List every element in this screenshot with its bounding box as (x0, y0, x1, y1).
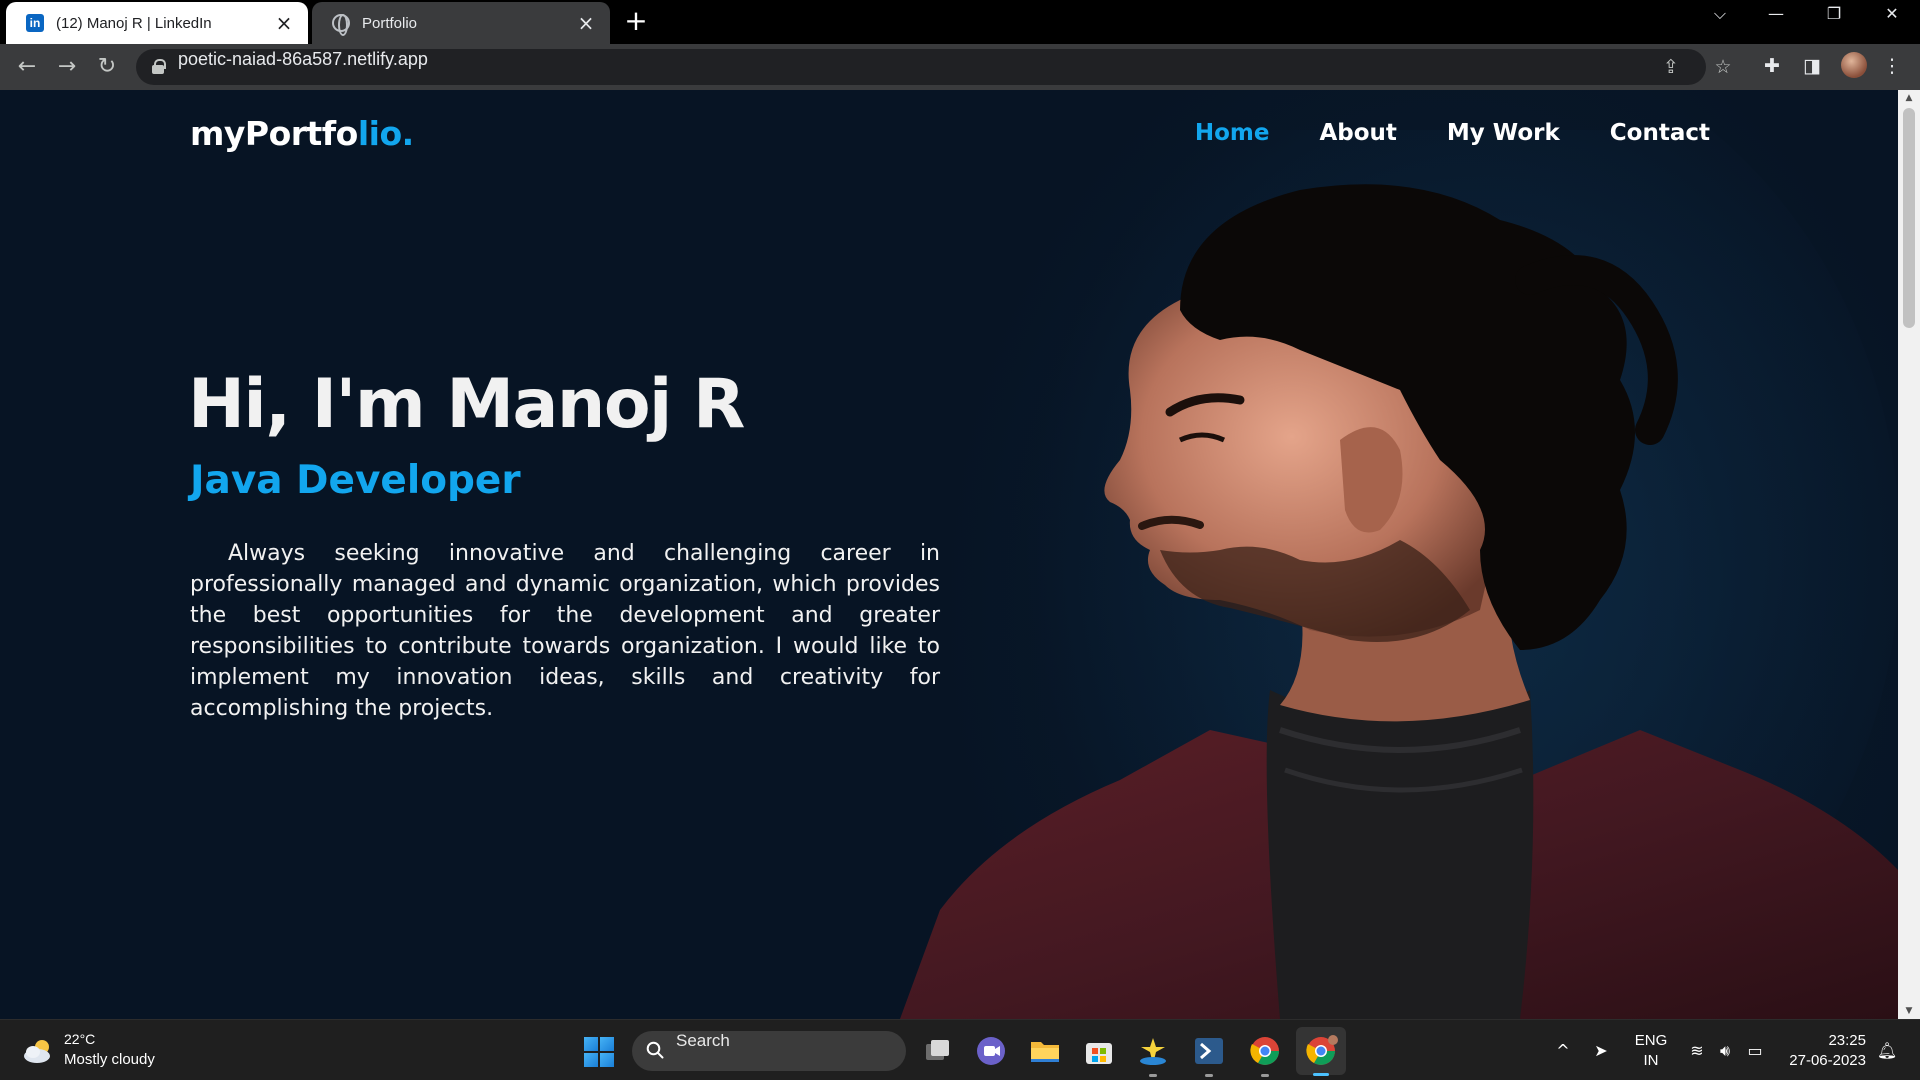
scrollbar-thumb[interactable] (1903, 108, 1915, 328)
tab-title: (12) Manoj R | LinkedIn (56, 14, 212, 32)
address-bar[interactable]: poetic-naiad-86a587.netlify.app ⇪ (136, 49, 1706, 85)
side-panel-icon[interactable]: ◨ (1800, 54, 1824, 78)
wifi-icon[interactable]: ≋ (1686, 1040, 1708, 1062)
tab-close-icon[interactable]: × (576, 13, 596, 33)
nav-contact-link[interactable]: Contact (1610, 120, 1710, 146)
scroll-down-arrow-icon[interactable]: ▼ (1898, 1003, 1920, 1019)
language-indicator[interactable]: ENG (1628, 1032, 1674, 1049)
windows-start-icon[interactable] (584, 1037, 614, 1067)
chrome-icon[interactable] (1248, 1034, 1282, 1077)
browser-menu-icon[interactable]: ⋮ (1880, 54, 1904, 78)
weather-temperature[interactable]: 22°C (64, 1031, 95, 1047)
battery-icon[interactable]: ▭ (1744, 1040, 1766, 1062)
tab-portfolio[interactable]: Portfolio × (312, 2, 610, 44)
taskbar-search[interactable]: Search (632, 1031, 906, 1071)
clock-date[interactable]: 27-06-2023 (1776, 1052, 1866, 1069)
show-hidden-icons-chevron[interactable]: ^ (1552, 1040, 1574, 1062)
notifications-bell-icon[interactable]: 🔔︎ (1876, 1040, 1898, 1062)
hero-subtitle: Java Developer (190, 458, 521, 503)
taskbar: 22°C Mostly cloudy Search ^ ➤ ENG IN ≋ 🔊… (0, 1019, 1920, 1080)
linkedin-icon: in (26, 14, 44, 32)
extensions-icon[interactable]: ✚ (1760, 54, 1784, 78)
tab-close-icon[interactable]: × (274, 13, 294, 33)
chrome-profile-icon[interactable] (1296, 1027, 1346, 1076)
profile-avatar[interactable] (1841, 52, 1867, 78)
restore-button[interactable]: ❐ (1812, 4, 1856, 36)
location-arrow-icon[interactable]: ➤ (1590, 1040, 1612, 1062)
site-nav: Home About My Work Contact (1195, 120, 1710, 146)
share-icon[interactable]: ⇪ (1660, 56, 1682, 78)
app-icon[interactable] (1136, 1034, 1170, 1077)
weather-condition[interactable]: Mostly cloudy (64, 1051, 155, 1068)
volume-icon[interactable]: 🔊︎ (1714, 1040, 1736, 1062)
nav-my-work-link[interactable]: My Work (1447, 120, 1560, 146)
region-indicator[interactable]: IN (1628, 1052, 1674, 1069)
tab-linkedin[interactable]: in (12) Manoj R | LinkedIn × (6, 2, 308, 44)
hero-description: Always seeking innovative and challengin… (190, 541, 940, 721)
minimize-button[interactable]: — (1754, 4, 1798, 36)
file-explorer-icon[interactable] (1028, 1034, 1062, 1068)
logo-main-text: myPortfo (190, 114, 358, 153)
browser-tab-strip: in (12) Manoj R | LinkedIn × Portfolio ×… (0, 0, 1920, 44)
nav-home-link[interactable]: Home (1195, 120, 1270, 146)
hero-title: Hi, I'm Manoj R (188, 365, 745, 444)
portfolio-page: myPortfolio. Home About My Work Contact … (0, 90, 1898, 1019)
clock-time[interactable]: 23:25 (1786, 1032, 1866, 1049)
tab-search-icon[interactable]: ⌵ (1698, 4, 1742, 36)
globe-icon (332, 14, 350, 36)
forward-button[interactable]: → (52, 52, 82, 82)
back-button[interactable]: ← (12, 52, 42, 82)
browser-toolbar: ← → ↻ poetic-naiad-86a587.netlify.app ⇪ … (0, 44, 1920, 90)
scroll-up-arrow-icon[interactable]: ▲ (1898, 90, 1920, 106)
task-view-icon[interactable] (920, 1034, 954, 1068)
tab-title: Portfolio (362, 14, 418, 32)
site-logo[interactable]: myPortfolio. (190, 114, 414, 153)
url-text[interactable]: poetic-naiad-86a587.netlify.app (178, 49, 428, 85)
bookmark-star-icon[interactable]: ☆ (1712, 56, 1734, 78)
nav-about-link[interactable]: About (1319, 120, 1396, 146)
partly-cloudy-icon[interactable] (22, 1038, 56, 1064)
page-scrollbar[interactable]: ▲ ▼ (1898, 90, 1920, 1019)
microsoft-store-icon[interactable] (1082, 1034, 1116, 1068)
lock-icon[interactable] (152, 59, 166, 74)
close-window-button[interactable]: ✕ (1870, 4, 1914, 36)
teams-chat-icon[interactable] (974, 1034, 1008, 1068)
portrait-photo (900, 130, 1898, 1019)
new-tab-button[interactable]: + (624, 6, 648, 36)
search-icon (646, 1041, 664, 1059)
logo-accent-text: lio. (357, 114, 414, 153)
vscode-icon[interactable] (1192, 1034, 1226, 1077)
reload-button[interactable]: ↻ (92, 52, 122, 82)
search-label: Search (676, 1031, 730, 1050)
